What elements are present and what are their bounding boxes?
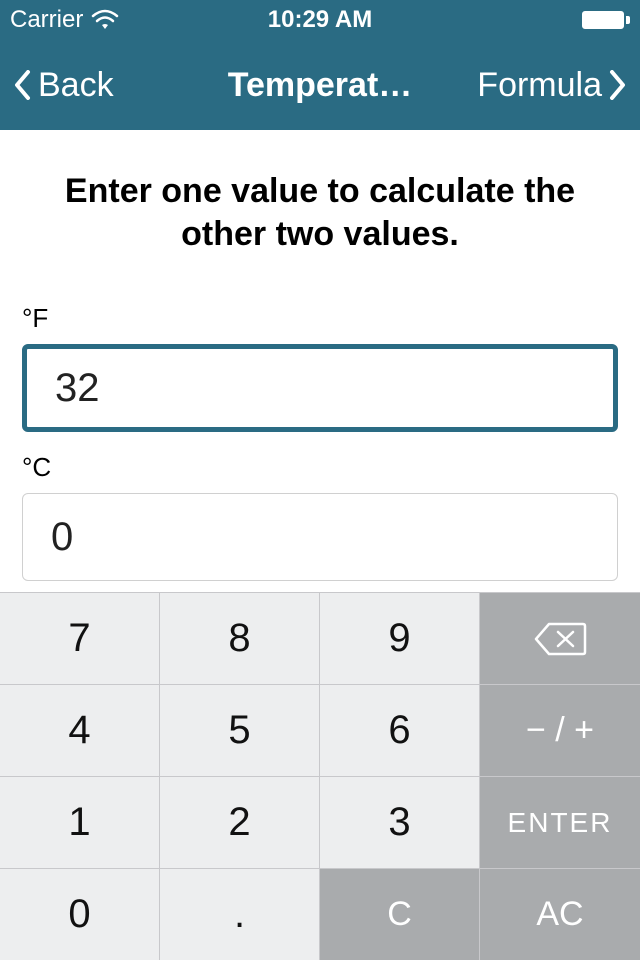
key-dot[interactable]: .: [160, 868, 320, 960]
carrier-label: Carrier: [10, 6, 83, 34]
key-all-clear[interactable]: AC: [480, 868, 640, 960]
key-6[interactable]: 6: [320, 684, 480, 776]
key-1[interactable]: 1: [0, 776, 160, 868]
key-4[interactable]: 4: [0, 684, 160, 776]
key-3[interactable]: 3: [320, 776, 480, 868]
time-label: 10:29 AM: [268, 6, 372, 34]
fahrenheit-block: °F: [22, 303, 618, 432]
fahrenheit-label: °F: [22, 303, 618, 334]
formula-label: Formula: [477, 66, 602, 105]
content-area: Enter one value to calculate the other t…: [0, 130, 640, 581]
back-label: Back: [38, 66, 114, 105]
backspace-icon: [533, 621, 587, 657]
key-0[interactable]: 0: [0, 868, 160, 960]
status-bar: Carrier 10:29 AM: [0, 0, 640, 40]
celsius-block: °C: [22, 452, 618, 581]
keypad: 7 8 9 4 5 6 − / + 1 2 3 ENTER 0 . C AC: [0, 592, 640, 960]
status-left: Carrier: [10, 6, 119, 34]
key-sign-toggle[interactable]: − / +: [480, 684, 640, 776]
wifi-icon: [91, 9, 119, 31]
chevron-right-icon: [608, 70, 626, 100]
formula-button[interactable]: Formula: [477, 66, 626, 105]
key-9[interactable]: 9: [320, 592, 480, 684]
key-5[interactable]: 5: [160, 684, 320, 776]
key-7[interactable]: 7: [0, 592, 160, 684]
key-clear[interactable]: C: [320, 868, 480, 960]
celsius-input[interactable]: [22, 493, 618, 581]
key-2[interactable]: 2: [160, 776, 320, 868]
nav-bar: Back Temperat… Formula: [0, 40, 640, 130]
back-button[interactable]: Back: [14, 66, 114, 105]
celsius-label: °C: [22, 452, 618, 483]
page-title: Temperat…: [228, 66, 413, 105]
key-enter[interactable]: ENTER: [480, 776, 640, 868]
instruction-text: Enter one value to calculate the other t…: [22, 170, 618, 255]
chevron-left-icon: [14, 70, 32, 100]
battery-icon: [582, 11, 630, 29]
fahrenheit-input[interactable]: [22, 344, 618, 432]
key-backspace[interactable]: [480, 592, 640, 684]
key-8[interactable]: 8: [160, 592, 320, 684]
